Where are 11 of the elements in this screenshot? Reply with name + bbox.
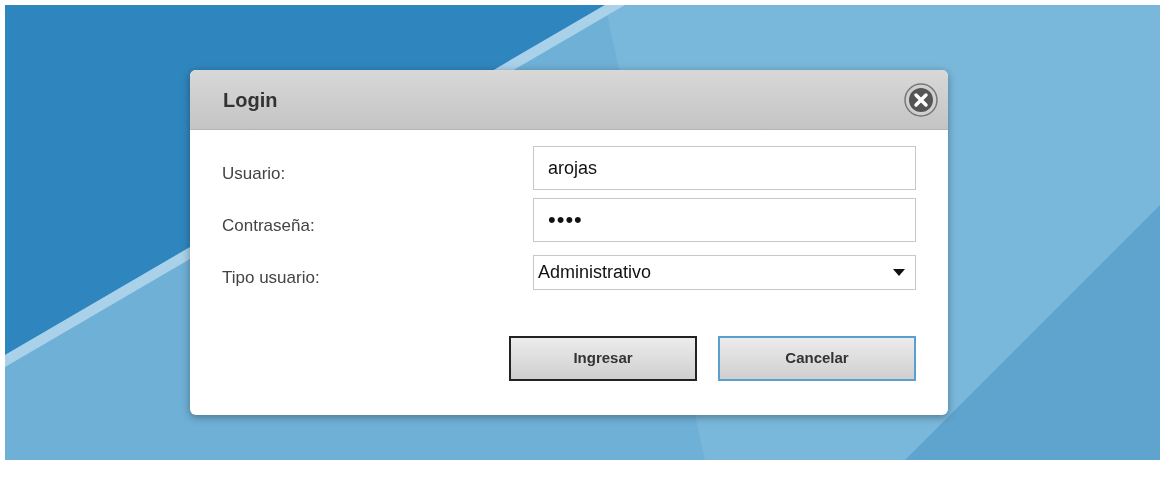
password-field[interactable]: •••• (533, 198, 916, 242)
close-icon[interactable] (904, 82, 938, 117)
dialog-title: Login (223, 87, 278, 113)
username-field[interactable]: arojas (533, 146, 916, 190)
field-label: Tipo usuario: (222, 267, 321, 290)
cancel-button[interactable]: Cancelar (718, 336, 916, 381)
field-label: Usuario: (222, 163, 287, 186)
field-label: Contraseña: (222, 215, 316, 238)
login-button[interactable]: Ingresar (509, 336, 697, 381)
user-type-dropdown[interactable]: Administrativo (533, 254, 916, 290)
caret-icon (893, 268, 905, 276)
